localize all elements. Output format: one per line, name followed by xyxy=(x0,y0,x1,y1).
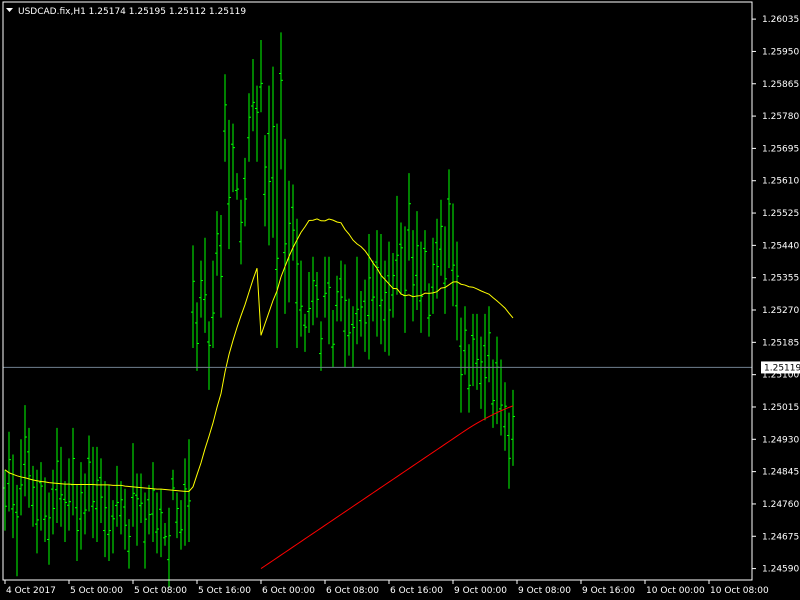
x-tick-label: 6 Oct 16:00 xyxy=(390,586,443,596)
y-tick-label: 1.24760 xyxy=(762,500,799,510)
y-tick-label: 1.25865 xyxy=(762,80,799,90)
x-tick-label: 5 Oct 08:00 xyxy=(134,586,187,596)
symbol-info: USDCAD.fix,H1 1.25174 1.25195 1.25112 1.… xyxy=(18,7,246,17)
y-tick-label: 1.25185 xyxy=(762,338,799,348)
x-tick-label: 9 Oct 16:00 xyxy=(582,586,635,596)
x-tick-label: 9 Oct 08:00 xyxy=(518,586,571,596)
y-tick-label: 1.25695 xyxy=(762,144,799,154)
y-tick-label: 1.25525 xyxy=(762,209,799,219)
y-tick-label: 1.24590 xyxy=(762,565,799,575)
y-tick-label: 1.25015 xyxy=(762,403,799,413)
price-tag: 1.25119 xyxy=(761,361,800,374)
x-tick-label: 9 Oct 00:00 xyxy=(454,586,507,596)
y-tick-label: 1.24675 xyxy=(762,532,799,542)
chart-background xyxy=(0,0,800,600)
x-tick-label: 10 Oct 00:00 xyxy=(646,586,705,596)
y-tick-label: 1.26035 xyxy=(762,15,799,25)
x-tick-label: 4 Oct 2017 xyxy=(6,586,56,596)
ohlc-chart[interactable]: 1.26035 1.25950 1.25865 1.25780 1.25695 1.256… xyxy=(0,0,800,600)
y-tick-label: 1.25950 xyxy=(762,47,799,57)
y-tick-label: 1.25270 xyxy=(762,306,799,316)
x-tick-label: 5 Oct 16:00 xyxy=(198,586,251,596)
x-tick-label: 6 Oct 08:00 xyxy=(326,586,379,596)
y-tick-label: 1.24930 xyxy=(762,435,799,445)
y-tick-label: 1.24845 xyxy=(762,468,799,478)
y-tick-label: 1.25610 xyxy=(762,177,799,187)
y-tick-label: 1.25780 xyxy=(762,112,799,122)
symbol-header[interactable]: USDCAD.fix,H1 1.25174 1.25195 1.25112 1.… xyxy=(6,7,246,17)
x-tick-label: 10 Oct 08:00 xyxy=(710,586,769,596)
last-price-label: 1.25119 xyxy=(764,363,800,373)
y-tick-label: 1.25355 xyxy=(762,274,799,284)
x-tick-label: 5 Oct 00:00 xyxy=(70,586,123,596)
x-tick-label: 6 Oct 00:00 xyxy=(262,586,315,596)
y-tick-label: 1.25440 xyxy=(762,241,799,251)
